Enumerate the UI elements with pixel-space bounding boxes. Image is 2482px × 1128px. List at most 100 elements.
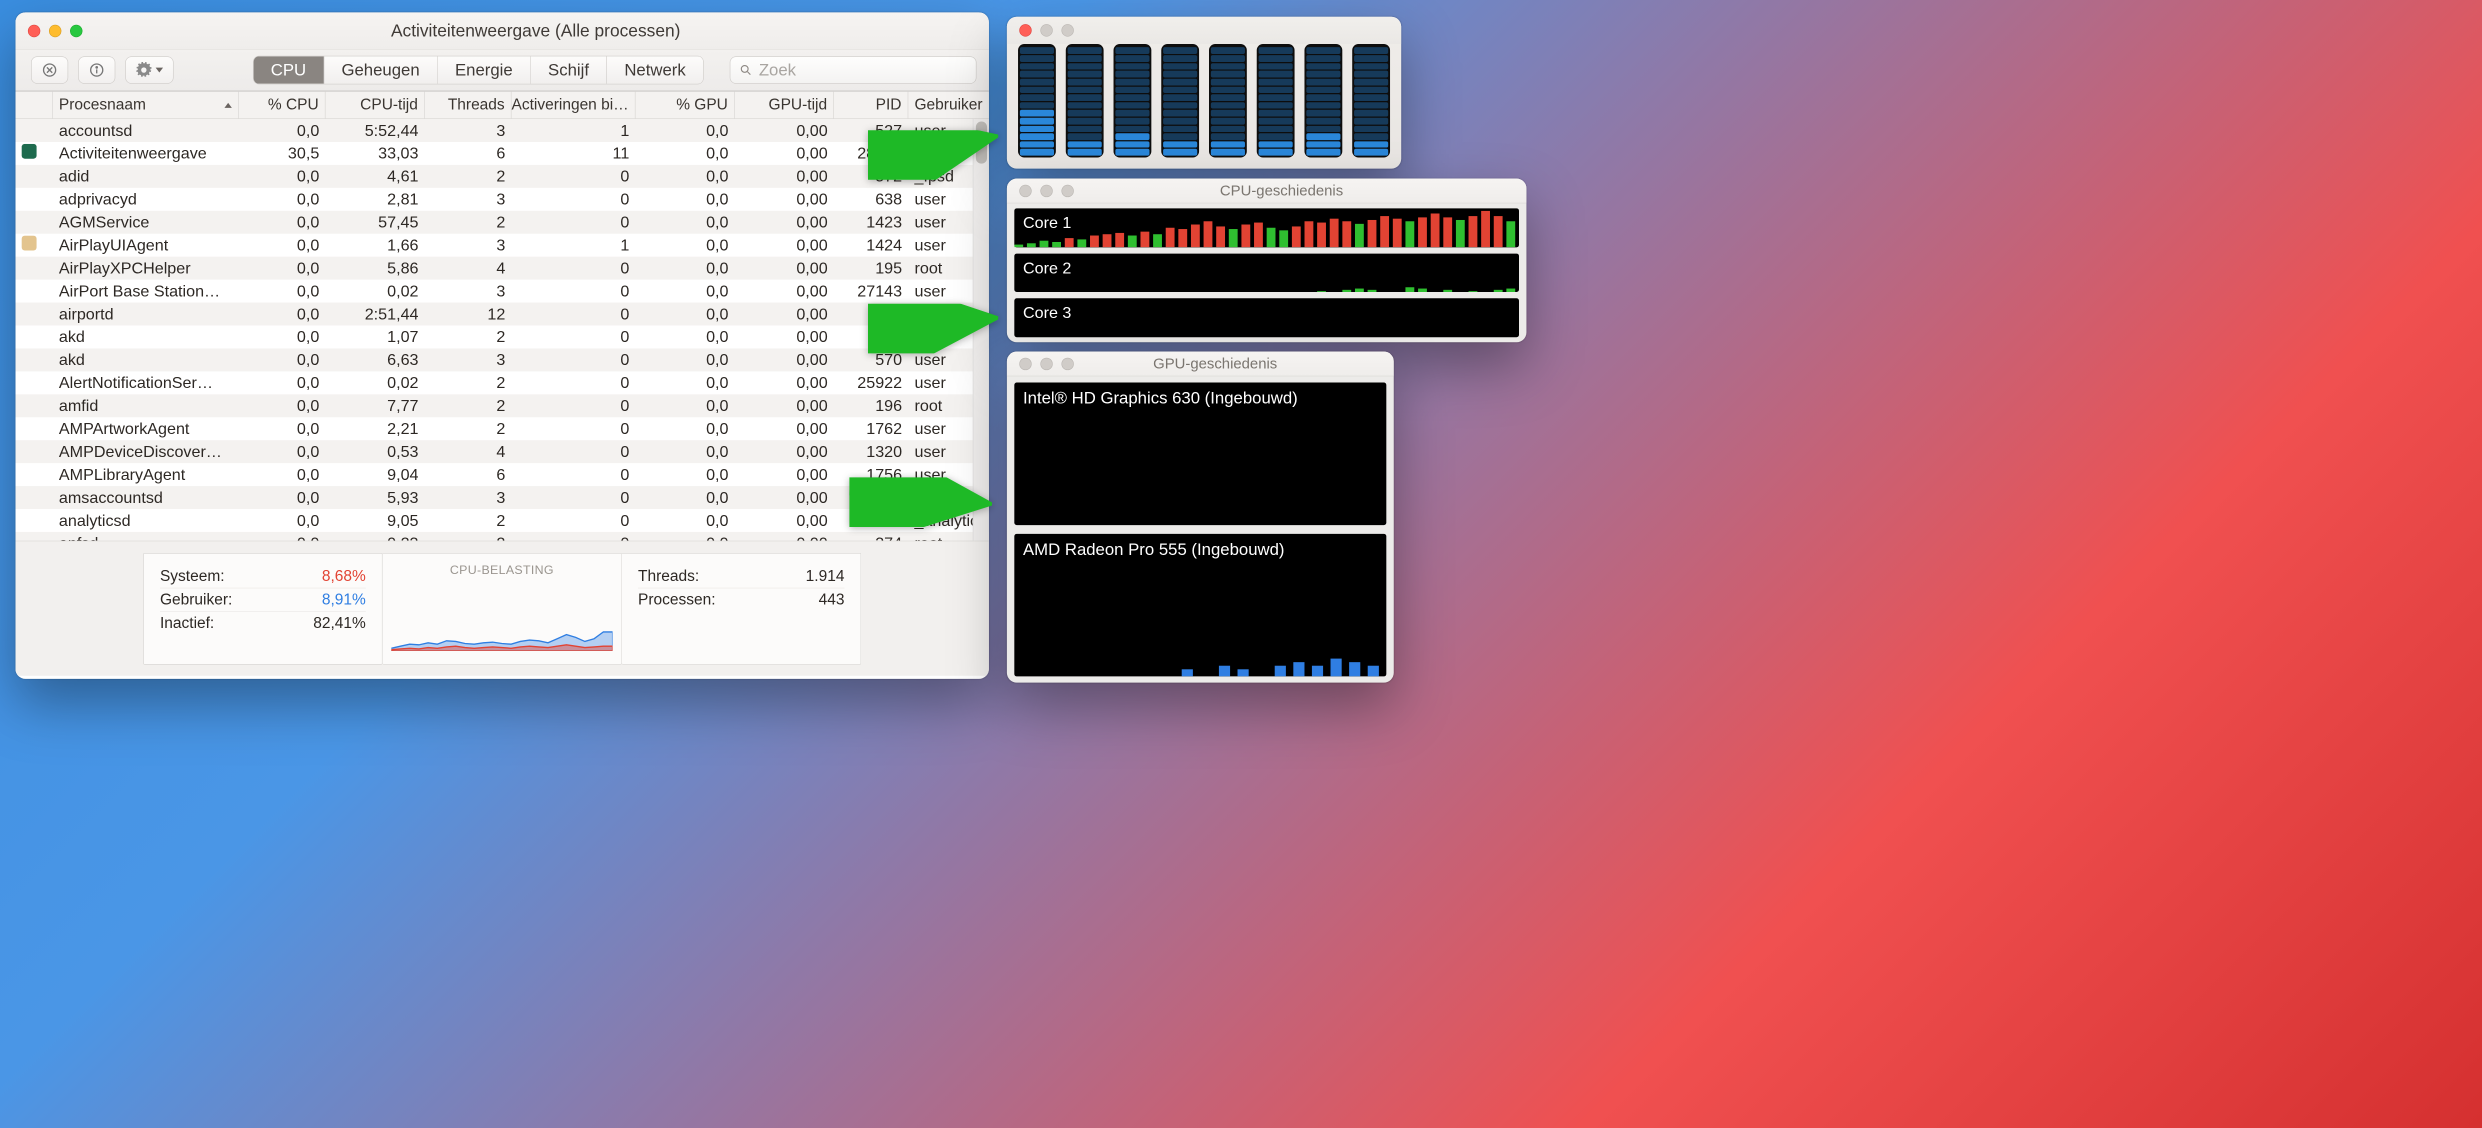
col-wakeups[interactable]: Activeringen bi… xyxy=(512,92,636,119)
cell: 0 xyxy=(512,419,636,438)
cell: 0 xyxy=(512,281,636,300)
cell: AMPLibraryAgent xyxy=(53,465,239,484)
cell: 0,00 xyxy=(735,465,834,484)
cell: 195 xyxy=(834,259,908,278)
cpu-summary-box: Systeem:8,68% Gebruiker:8,91% Inactief:8… xyxy=(143,553,382,665)
col-cpu-percent[interactable]: % CPU xyxy=(239,92,326,119)
cell: 0,0 xyxy=(239,281,326,300)
process-table-body[interactable]: accountsd0,05:52,44310,00,00527userActiv… xyxy=(16,119,989,541)
cell: 0 xyxy=(512,327,636,346)
cell: 5,86 xyxy=(326,259,425,278)
cell xyxy=(16,236,53,255)
maximize-icon[interactable] xyxy=(70,24,82,36)
table-row[interactable]: AlertNotificationSer…0,00,02200,00,00259… xyxy=(16,371,989,394)
col-threads[interactable]: Threads xyxy=(425,92,512,119)
cell: 570 xyxy=(834,350,908,369)
cell: 1 xyxy=(512,236,636,255)
cell: 0,00 xyxy=(735,511,834,530)
gpuhist-titlebar[interactable]: GPU-geschiedenis xyxy=(1007,352,1394,377)
table-row[interactable]: AirPlayXPCHelper0,05,86400,00,00195root xyxy=(16,257,989,280)
table-row[interactable]: AGMService0,057,45200,00,001423user xyxy=(16,211,989,234)
cell: 0,00 xyxy=(735,373,834,392)
cell: AirPort Base Station… xyxy=(53,281,239,300)
cell: 1424 xyxy=(834,236,908,255)
cell: 527 xyxy=(834,121,908,140)
close-icon[interactable] xyxy=(1019,24,1031,36)
table-row[interactable]: adprivacyd0,02,81300,00,00638user xyxy=(16,188,989,211)
table-row[interactable]: amsaccountsd0,05,93300,00,001428user xyxy=(16,486,989,509)
cell: 632 xyxy=(834,327,908,346)
tab-energy[interactable]: Energie xyxy=(438,56,531,83)
col-process-name[interactable]: Procesnaam xyxy=(53,92,239,119)
minimize-icon[interactable] xyxy=(49,24,61,36)
settings-button[interactable] xyxy=(125,56,173,83)
cell xyxy=(16,144,53,163)
table-row[interactable]: accountsd0,05:52,44310,00,00527user xyxy=(16,119,989,142)
tab-disk[interactable]: Schijf xyxy=(531,56,607,83)
table-row[interactable]: AirPort Base Station…0,00,02300,00,00271… xyxy=(16,280,989,303)
cell: 3 xyxy=(425,350,512,369)
tab-memory[interactable]: Geheugen xyxy=(324,56,438,83)
window-title: Activiteitenweergave (Alle processen) xyxy=(95,21,977,41)
cell: 0,0 xyxy=(636,281,735,300)
table-row[interactable]: AirPlayUIAgent0,01,66310,00,001424user xyxy=(16,234,989,257)
cell: 0,00 xyxy=(735,350,834,369)
table-row[interactable]: anfsd0,00,23200,00,00374root xyxy=(16,532,989,541)
cell: 0,0 xyxy=(636,350,735,369)
minimize-icon[interactable] xyxy=(1040,24,1052,36)
table-row[interactable]: adid0,04,61200,00,00572_fpsd xyxy=(16,165,989,188)
cpu-bar xyxy=(1209,44,1247,157)
cell: 0,0 xyxy=(239,350,326,369)
col-pid[interactable]: PID xyxy=(834,92,908,119)
cell: 0,0 xyxy=(636,213,735,232)
cell: 0,0 xyxy=(636,304,735,323)
col-gpu-time[interactable]: GPU-tijd xyxy=(735,92,834,119)
cpu-load-mini-chart xyxy=(391,582,612,650)
table-row[interactable]: akd0,06,63300,00,00570user xyxy=(16,348,989,371)
search-field[interactable] xyxy=(730,56,977,83)
col-gpu-percent[interactable]: % GPU xyxy=(636,92,735,119)
cell: 1,66 xyxy=(326,236,425,255)
table-row[interactable]: analyticsd0,09,05200,00,00243_analyticsd xyxy=(16,509,989,532)
cpuhist-title: CPU-geschiedenis xyxy=(1086,182,1477,199)
cell: 2 xyxy=(425,396,512,415)
col-icon[interactable] xyxy=(16,92,53,119)
cell: 2,21 xyxy=(326,419,425,438)
maximize-icon[interactable] xyxy=(1061,357,1073,369)
cell: 4,61 xyxy=(326,167,425,186)
table-row[interactable]: akd0,01,07200,00,00632root xyxy=(16,326,989,349)
cell: 0,0 xyxy=(636,236,735,255)
table-row[interactable]: airportd0,02:51,441200,00,00312root xyxy=(16,303,989,326)
col-cpu-time[interactable]: CPU-tijd xyxy=(326,92,425,119)
titlebar[interactable]: Activiteitenweergave (Alle processen) xyxy=(16,12,989,49)
col-user[interactable]: Gebruiker xyxy=(908,92,989,119)
tab-network[interactable]: Netwerk xyxy=(607,56,703,83)
table-row[interactable]: amfid0,07,77200,00,00196root xyxy=(16,394,989,417)
bars-titlebar[interactable] xyxy=(1007,17,1401,44)
maximize-icon[interactable] xyxy=(1061,24,1073,36)
maximize-icon[interactable] xyxy=(1061,184,1073,196)
stop-process-button[interactable] xyxy=(31,56,68,83)
scrollbar[interactable] xyxy=(973,119,989,541)
table-row[interactable]: AMPArtworkAgent0,02,21200,00,001762user xyxy=(16,417,989,440)
table-row[interactable]: AMPDeviceDiscover…0,00,53400,00,001320us… xyxy=(16,440,989,463)
close-icon[interactable] xyxy=(1019,184,1031,196)
close-icon[interactable] xyxy=(28,24,40,36)
cpuhist-titlebar[interactable]: CPU-geschiedenis xyxy=(1007,179,1527,204)
cell: 572 xyxy=(834,167,908,186)
cpu-bar xyxy=(1114,44,1152,157)
info-button[interactable] xyxy=(78,56,115,83)
tab-cpu[interactable]: CPU xyxy=(253,56,324,83)
search-input[interactable] xyxy=(759,60,967,79)
cell: 0,00 xyxy=(735,213,834,232)
cell: accountsd xyxy=(53,121,239,140)
cell: 0,00 xyxy=(735,304,834,323)
table-row[interactable]: AMPLibraryAgent0,09,04600,00,001756user xyxy=(16,463,989,486)
close-icon[interactable] xyxy=(1019,357,1031,369)
core-panel: Core 3 xyxy=(1014,298,1519,337)
scrollbar-thumb[interactable] xyxy=(976,122,987,164)
minimize-icon[interactable] xyxy=(1040,357,1052,369)
cell: 0,00 xyxy=(735,327,834,346)
minimize-icon[interactable] xyxy=(1040,184,1052,196)
table-row[interactable]: Activiteitenweergave30,533,036110,00,002… xyxy=(16,142,989,165)
